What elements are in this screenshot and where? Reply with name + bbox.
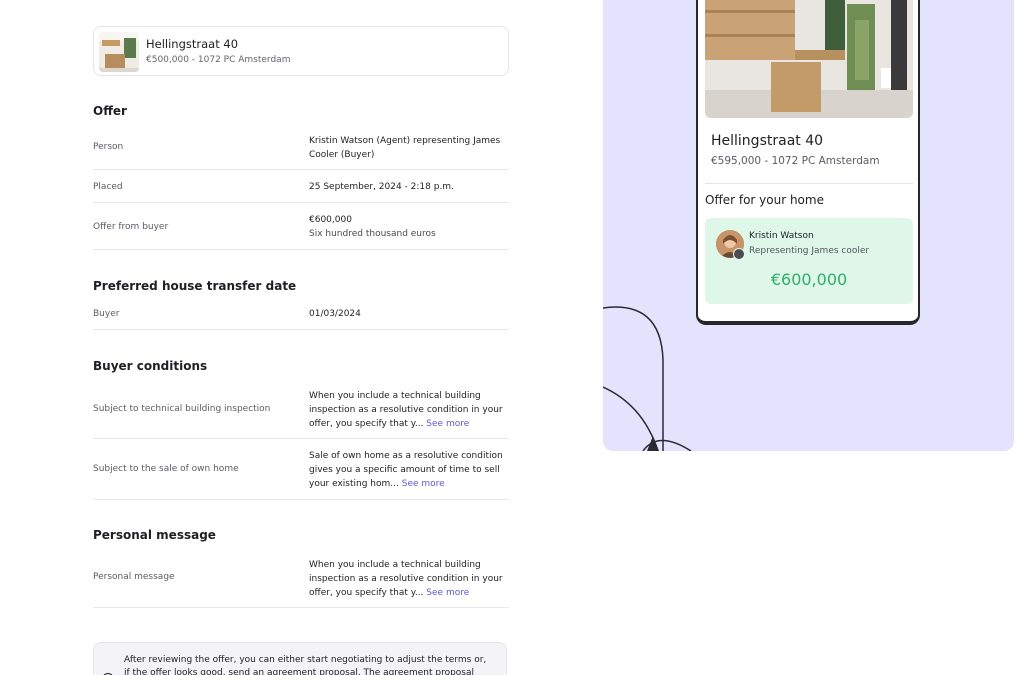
- amount-number: €600,000: [309, 215, 352, 225]
- offer-heading: Offer: [93, 104, 127, 118]
- amount-label: Offer from buyer: [93, 222, 169, 232]
- offer-preview-panel: Hellingstraat 40 €595,000 - 1072 PC Amst…: [603, 0, 1014, 451]
- transfer-buyer-value: 01/03/2024: [309, 309, 361, 319]
- message-label: Personal message: [93, 572, 175, 582]
- condition-row: Subject to the sale of own home Sale of …: [93, 439, 509, 500]
- preview-offer-amount: €600,000: [770, 270, 848, 289]
- property-title: Hellingstraat 40: [146, 37, 239, 51]
- agent-representing: Representing James cooler: [749, 246, 870, 256]
- transfer-heading: Preferred house transfer date: [93, 279, 297, 293]
- amount-value: €600,000 Six hundred thousand euros: [309, 213, 505, 241]
- message-description: When you include a technical building in…: [309, 560, 503, 598]
- property-card[interactable]: Hellingstraat 40 €500,000 - 1072 PC Amst…: [93, 26, 509, 76]
- conditions-heading: Buyer conditions: [93, 359, 208, 373]
- offer-placed-row: Placed 25 September, 2024 - 2:18 p.m.: [93, 170, 509, 203]
- person-value: Kristin Watson (Agent) representing Jame…: [309, 136, 501, 160]
- amount-words: Six hundred thousand euros: [309, 229, 436, 239]
- see-more-link[interactable]: See more: [426, 588, 469, 598]
- preview-subtitle: €595,000 - 1072 PC Amsterdam: [711, 155, 880, 167]
- preview-offer-label: Offer for your home: [705, 193, 824, 207]
- transfer-buyer-row: Buyer 01/03/2024: [93, 299, 509, 330]
- condition-text: Sale of own home as a resolutive conditi…: [309, 449, 505, 491]
- divider: [705, 183, 913, 184]
- property-thumbnail: [99, 32, 139, 72]
- preview-offer-card: Kristin Watson Representing James cooler…: [705, 218, 913, 304]
- message-text: When you include a technical building in…: [309, 558, 505, 600]
- buyer-avatar: [733, 248, 745, 260]
- phone-mockup: Hellingstraat 40 €595,000 - 1072 PC Amst…: [696, 0, 920, 325]
- transfer-buyer-label: Buyer: [93, 309, 120, 319]
- message-row: Personal message When you include a tech…: [93, 550, 509, 608]
- condition-row: Subject to technical building inspection…: [93, 382, 509, 439]
- info-note: After reviewing the offer, you can eithe…: [93, 642, 507, 675]
- placed-label: Placed: [93, 182, 123, 192]
- see-more-link[interactable]: See more: [402, 479, 445, 489]
- placed-value: 25 September, 2024 - 2:18 p.m.: [309, 182, 454, 192]
- see-more-link[interactable]: See more: [426, 419, 469, 429]
- offer-person-row: Person Kristin Watson (Agent) representi…: [93, 126, 509, 170]
- person-label: Person: [93, 142, 124, 152]
- preview-title: Hellingstraat 40: [711, 133, 824, 149]
- agent-name: Kristin Watson: [749, 231, 814, 241]
- condition-text: When you include a technical building in…: [309, 389, 505, 431]
- offer-amount-row: Offer from buyer €600,000 Six hundred th…: [93, 203, 509, 250]
- property-subtitle: €500,000 - 1072 PC Amsterdam: [146, 55, 291, 65]
- info-note-text: After reviewing the offer, you can eithe…: [124, 655, 487, 675]
- condition-description: When you include a technical building in…: [309, 391, 503, 429]
- condition-label: Subject to the sale of own home: [93, 464, 239, 474]
- kitchen-photo: [705, 0, 913, 118]
- condition-label: Subject to technical building inspection: [93, 404, 271, 414]
- message-heading: Personal message: [93, 528, 216, 542]
